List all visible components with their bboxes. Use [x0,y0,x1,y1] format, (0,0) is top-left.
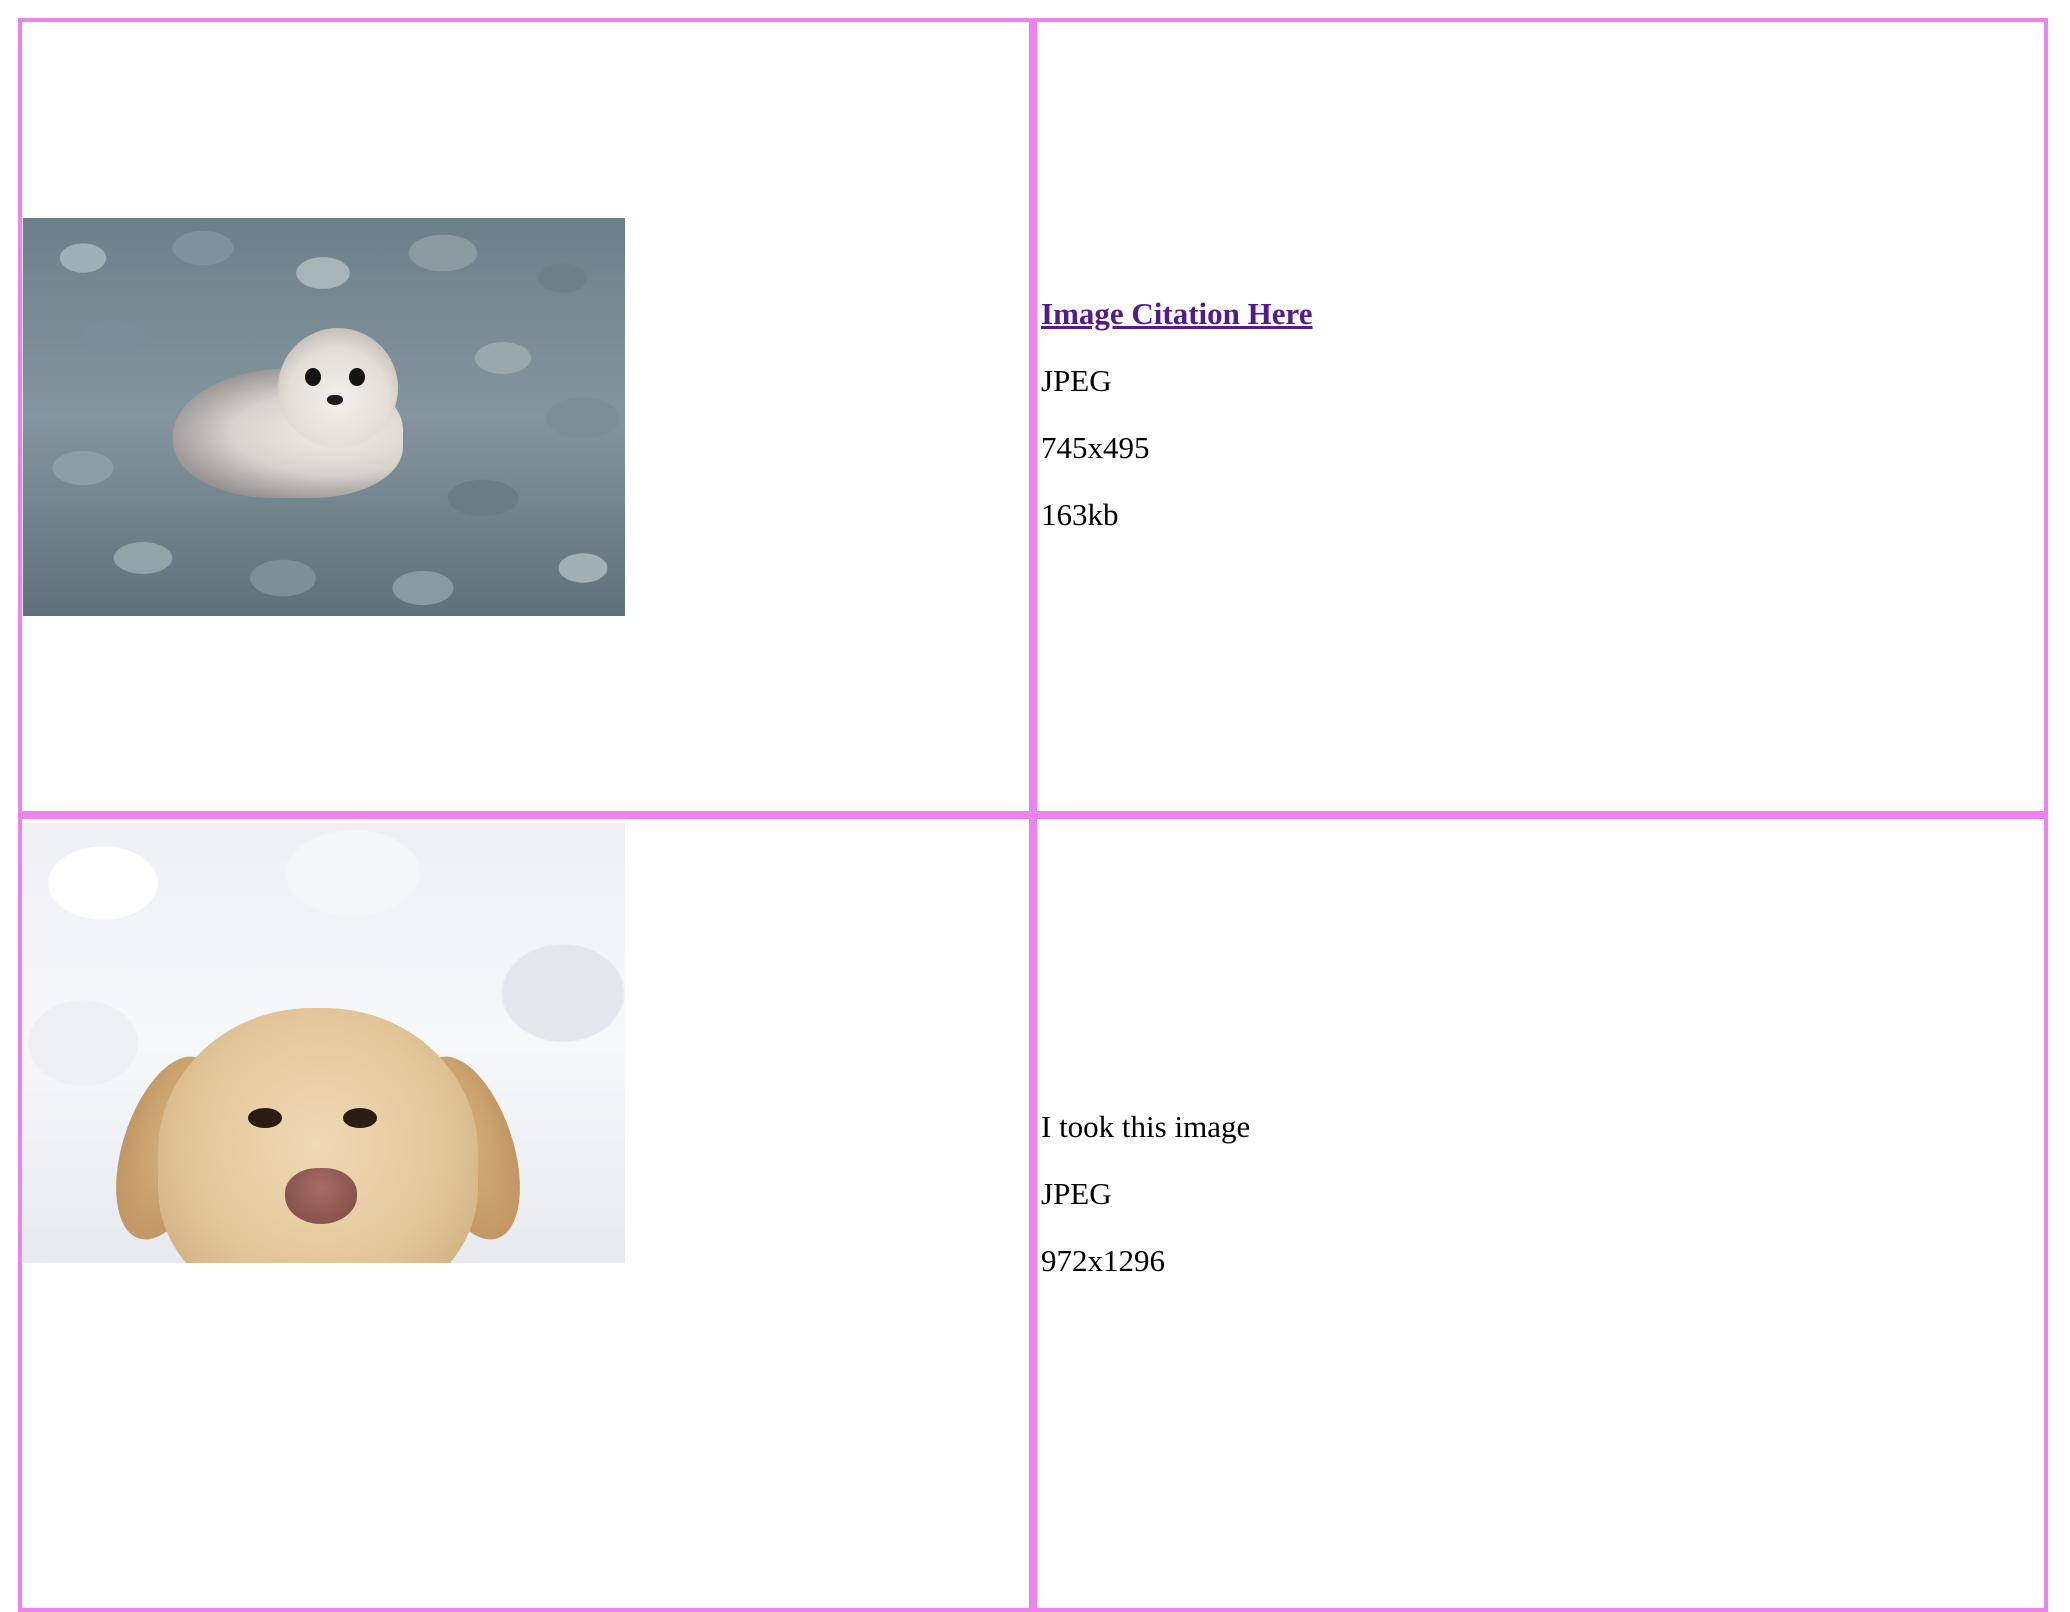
dog-head-shape [158,1008,478,1263]
seal-nose [327,395,343,405]
image-gallery-table: Image Citation Here JPEG 745x495 163kb I… [18,18,2048,1612]
image-dimensions: 972x1296 [1041,1243,1165,1278]
seal-photo [23,218,625,616]
gallery-row: Image Citation Here JPEG 745x495 163kb [18,18,2048,815]
image-citation-link[interactable]: Image Citation Here [1041,296,1312,331]
seal-right-eye [349,368,365,386]
image-info: Image Citation Here JPEG 745x495 163kb [1041,298,1312,566]
gallery-row: I took this image JPEG 972x1296 [18,815,2048,1612]
image-cell [18,815,1033,1612]
info-cell: I took this image JPEG 972x1296 [1033,815,2048,1612]
image-cell [18,18,1033,815]
image-citation-text: I took this image [1041,1109,1251,1144]
image-format: JPEG [1041,1176,1112,1211]
dog-photo [23,823,625,1263]
dog-right-eye [343,1108,377,1128]
info-cell: Image Citation Here JPEG 745x495 163kb [1033,18,2048,815]
dog-nose [285,1168,357,1224]
image-format: JPEG [1041,363,1112,398]
seal-head-shape [278,328,398,448]
image-file-size: 163kb [1041,497,1119,532]
image-dimensions: 745x495 [1041,430,1150,465]
dog-left-eye [248,1108,282,1128]
image-info: I took this image JPEG 972x1296 [1041,1111,1250,1312]
seal-left-eye [305,368,321,386]
